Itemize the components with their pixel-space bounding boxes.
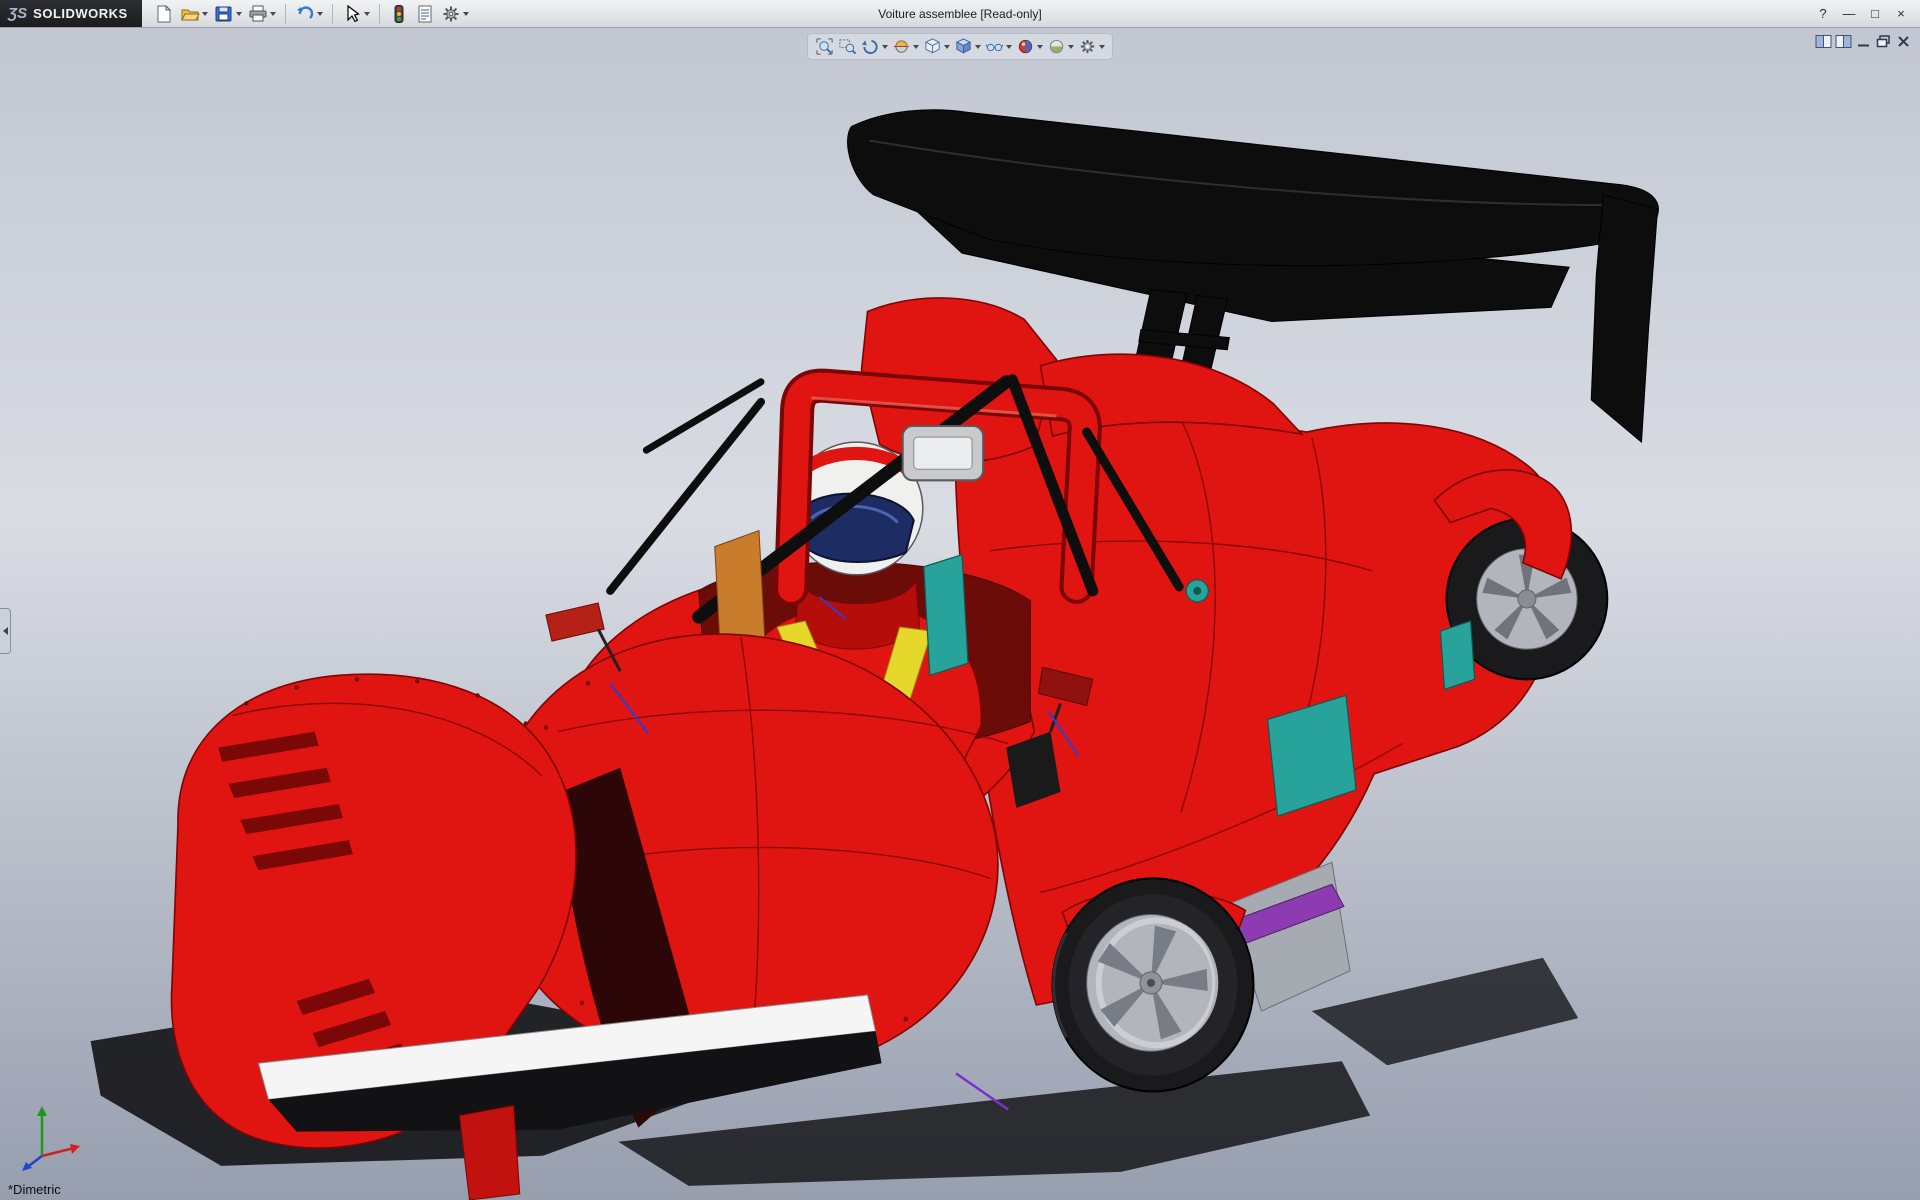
minimize-button[interactable]: — [1838, 4, 1860, 24]
solidworks-logo-icon: ƷS [8, 5, 27, 22]
view-orientation-button[interactable] [922, 36, 951, 57]
edit-appearance-sphere-icon [1016, 37, 1035, 56]
model-scene[interactable] [0, 28, 1920, 1200]
save-button[interactable] [212, 3, 244, 25]
hide-show-glasses-icon [985, 37, 1004, 56]
print-button[interactable] [246, 3, 278, 25]
solidworks-window: ƷS SOLIDWORKS [0, 0, 1920, 1200]
hide-show-items-button[interactable] [984, 36, 1013, 57]
graphics-area[interactable]: *Dimetric [0, 28, 1920, 1200]
view-orientation-cube-icon [923, 37, 942, 56]
standard-toolbar [142, 3, 471, 25]
open-button[interactable] [178, 3, 210, 25]
zoom-to-area-icon [838, 37, 857, 56]
close-document-icon [1895, 34, 1912, 49]
dropdown-arrow-icon[interactable] [1006, 45, 1012, 49]
window-controls: ? — □ × [1812, 4, 1920, 24]
undo-arrow-icon [295, 4, 315, 24]
display-style-cube-icon [954, 37, 973, 56]
dropdown-arrow-icon[interactable] [913, 45, 919, 49]
view-orientation-label: *Dimetric [8, 1182, 61, 1197]
dropdown-arrow-icon[interactable] [1068, 45, 1074, 49]
dropdown-arrow-icon[interactable] [463, 12, 469, 16]
display-style-button[interactable] [953, 36, 982, 57]
restore-document-button[interactable] [1875, 34, 1892, 49]
select-cursor-icon [342, 4, 362, 24]
close-button[interactable]: × [1890, 4, 1912, 24]
zoom-to-fit-button[interactable] [814, 36, 835, 57]
rebuild-traffic-light-icon [389, 4, 409, 24]
split-pane-left-icon [1815, 34, 1832, 49]
dropdown-arrow-icon[interactable] [1099, 45, 1105, 49]
previous-view-icon [861, 37, 880, 56]
previous-view-button[interactable] [860, 36, 889, 57]
edit-appearance-button[interactable] [1015, 36, 1044, 57]
dropdown-arrow-icon[interactable] [882, 45, 888, 49]
dropdown-arrow-icon[interactable] [944, 45, 950, 49]
split-pane-right-button[interactable] [1835, 34, 1852, 49]
split-pane-right-icon [1835, 34, 1852, 49]
file-properties-button[interactable] [413, 3, 437, 25]
solidworks-logo-text: SOLIDWORKS [33, 6, 128, 21]
restore-document-icon [1875, 34, 1892, 49]
undo-button[interactable] [293, 3, 325, 25]
section-view-button[interactable] [891, 36, 920, 57]
toolbar-separator [379, 4, 380, 24]
view-settings-gear-icon [1078, 37, 1097, 56]
front-right-wheel[interactable] [1052, 878, 1253, 1091]
section-view-icon [892, 37, 911, 56]
solidworks-logo: ƷS SOLIDWORKS [0, 0, 142, 27]
feature-tree-collapse-tab[interactable] [0, 608, 11, 654]
maximize-button[interactable]: □ [1864, 4, 1886, 24]
viewport-pane-controls [1815, 34, 1912, 49]
select-button[interactable] [340, 3, 372, 25]
close-document-button[interactable] [1895, 34, 1912, 49]
new-document-button[interactable] [152, 3, 176, 25]
toolbar-separator [332, 4, 333, 24]
dropdown-arrow-icon[interactable] [1037, 45, 1043, 49]
file-properties-icon [415, 4, 435, 24]
chevron-left-icon [3, 627, 8, 635]
minimize-document-button[interactable] [1855, 34, 1872, 49]
dropdown-arrow-icon[interactable] [364, 12, 370, 16]
heads-up-view-toolbar [807, 33, 1113, 60]
open-folder-icon [180, 4, 200, 24]
toolbar-separator [285, 4, 286, 24]
options-button[interactable] [439, 3, 471, 25]
orientation-triad [12, 1094, 92, 1174]
new-document-icon [154, 4, 174, 24]
print-icon [248, 4, 268, 24]
title-bar: ƷS SOLIDWORKS [0, 0, 1920, 28]
options-gear-icon [441, 4, 461, 24]
zoom-to-area-button[interactable] [837, 36, 858, 57]
dropdown-arrow-icon[interactable] [270, 12, 276, 16]
apply-scene-icon [1047, 37, 1066, 56]
minimize-document-icon [1855, 34, 1872, 49]
split-pane-left-button[interactable] [1815, 34, 1832, 49]
dropdown-arrow-icon[interactable] [202, 12, 208, 16]
dropdown-arrow-icon[interactable] [236, 12, 242, 16]
rearview-mirror[interactable] [903, 426, 983, 480]
zoom-to-fit-icon [815, 37, 834, 56]
help-button[interactable]: ? [1812, 4, 1834, 24]
dropdown-arrow-icon[interactable] [317, 12, 323, 16]
save-floppy-icon [214, 4, 234, 24]
apply-scene-button[interactable] [1046, 36, 1075, 57]
cockpit-insert-teal[interactable] [924, 555, 968, 676]
view-settings-button[interactable] [1077, 36, 1106, 57]
dropdown-arrow-icon[interactable] [975, 45, 981, 49]
splitter-fin [459, 1106, 519, 1200]
rebuild-button[interactable] [387, 3, 411, 25]
